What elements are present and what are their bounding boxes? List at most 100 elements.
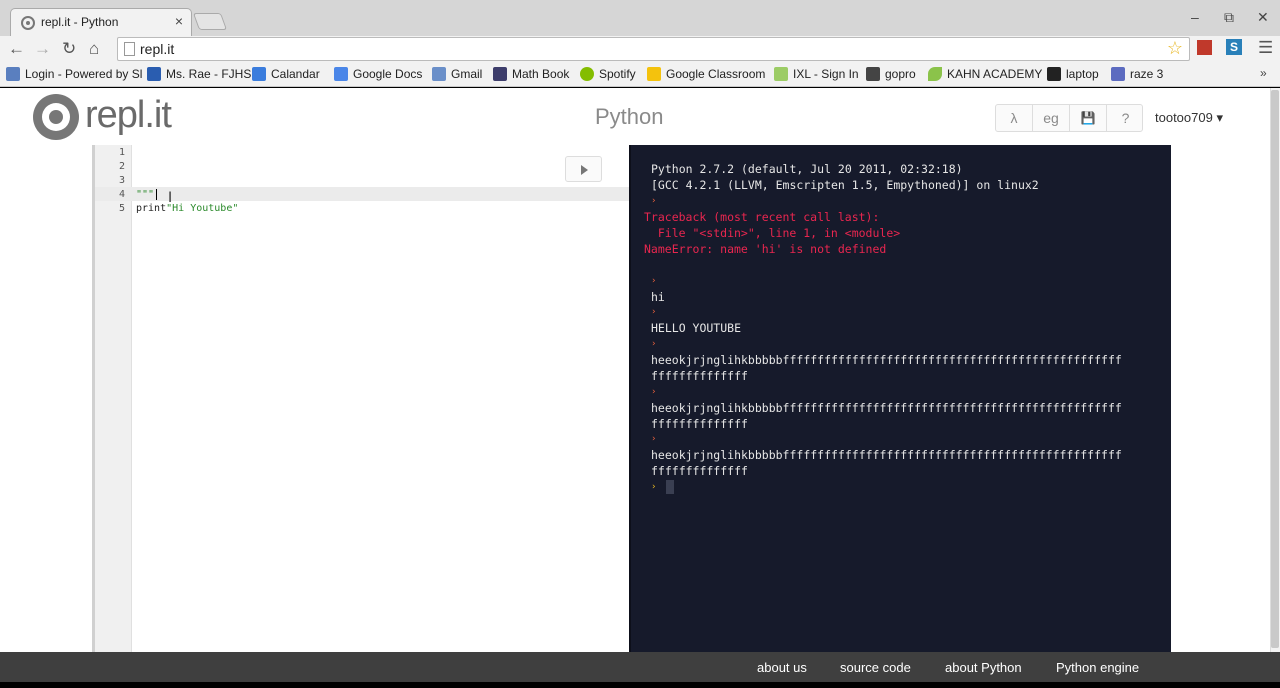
home-icon[interactable]: ⌂ <box>89 39 99 59</box>
prompt-icon: › <box>651 307 657 317</box>
bookmark-label: Login - Powered by Sl <box>25 67 143 81</box>
close-window-icon[interactable]: ✕ <box>1257 9 1269 26</box>
bookmark-item[interactable]: Calandar <box>252 67 320 83</box>
line-number: 3 <box>118 175 125 186</box>
console-output: heeokjrjnglihkbbbbbfffffffffffffffffffff… <box>651 353 1122 367</box>
forward-icon[interactable]: → <box>34 39 51 59</box>
console-output: heeokjrjnglihkbbbbbfffffffffffffffffffff… <box>651 401 1122 415</box>
replit-logo-text[interactable]: repl.it <box>85 94 172 137</box>
extension-book-icon[interactable] <box>1197 40 1212 55</box>
traceback-line-1: Traceback (most recent call last): <box>644 210 880 224</box>
more-bookmarks-icon[interactable]: » <box>1260 66 1267 80</box>
bookmark-label: Calandar <box>271 67 320 81</box>
prompt-icon: › <box>651 339 657 349</box>
run-button[interactable] <box>565 156 602 182</box>
code-line-4[interactable]: """ <box>136 189 154 200</box>
console-header-1: Python 2.7.2 (default, Jul 20 2011, 02:3… <box>651 162 963 176</box>
ibeam-cursor-icon: I <box>168 190 173 206</box>
replit-favicon-icon <box>21 16 35 30</box>
bookmark-item[interactable]: gopro <box>866 67 916 83</box>
close-tab-icon[interactable]: × <box>175 13 183 29</box>
bookmark-item[interactable]: Spotify <box>580 67 636 83</box>
help-button[interactable]: ? <box>1107 105 1144 131</box>
bookmark-label: raze 3 <box>1130 67 1164 81</box>
bookmark-label: Google Docs <box>353 67 423 81</box>
bookmark-item[interactable]: laptop <box>1047 67 1099 83</box>
bookmark-label: gopro <box>885 67 916 81</box>
minimize-icon[interactable]: – <box>1191 9 1199 25</box>
tool-buttons: λ eg 💾 ? <box>995 104 1143 132</box>
bookmark-label: Spotify <box>599 67 636 81</box>
page-scroll-thumb[interactable] <box>1271 90 1279 648</box>
chrome-menu-icon[interactable]: ☰ <box>1258 38 1273 58</box>
bookmark-label: KAHN ACADEMY <box>947 67 1043 81</box>
traceback-line-2: File "<stdin>", line 1, in <module> <box>644 226 901 240</box>
bookmark-item[interactable]: raze 3 <box>1111 67 1163 83</box>
code-line-5[interactable]: print"Hi Youtube" <box>136 203 238 214</box>
browser-titlebar: repl.it - Python × – ⧉ ✕ <box>0 0 1280 36</box>
restore-icon[interactable]: ⧉ <box>1224 9 1234 26</box>
active-prompt-icon: › <box>651 482 657 492</box>
footer-link-about-us[interactable]: about us <box>757 660 807 675</box>
bookmark-l-icon <box>1111 67 1125 81</box>
gopro-icon <box>866 67 880 81</box>
bottom-strip <box>0 682 1280 688</box>
browser-toolbar: ← → ↻ ⌂ repl.it ☆ S ☰ <box>0 36 1280 62</box>
back-icon[interactable]: ← <box>8 39 25 59</box>
console-input-cursor[interactable] <box>666 480 674 494</box>
calendar-icon <box>252 67 266 81</box>
save-icon[interactable]: 💾 <box>1070 105 1107 131</box>
console-output: ffffffffffffff <box>651 464 748 478</box>
ixl-icon <box>774 67 788 81</box>
line-number: 5 <box>118 203 125 214</box>
footer-link-about-python[interactable]: about Python <box>945 660 1022 675</box>
address-bar[interactable]: repl.it ☆ <box>117 37 1190 61</box>
amazon-icon <box>1047 67 1061 81</box>
prompt-icon: › <box>651 434 657 444</box>
book-icon <box>493 67 507 81</box>
new-tab-button[interactable] <box>192 13 228 30</box>
line-number: 1 <box>118 147 125 158</box>
active-line-highlight <box>95 187 630 201</box>
leaf-icon <box>928 67 942 81</box>
bookmark-item[interactable]: Ms. Rae - FJHS <box>147 67 251 83</box>
console-output: HELLO YOUTUBE <box>651 321 742 335</box>
prompt-icon: › <box>651 196 657 206</box>
bookmark-label: IXL - Sign In <box>793 67 859 81</box>
extension-s-icon[interactable]: S <box>1226 39 1242 55</box>
bookmark-icon <box>6 67 20 81</box>
reload-icon[interactable]: ↻ <box>62 39 76 59</box>
console-output: ffffffffffffff <box>651 369 748 383</box>
text-caret <box>156 189 157 200</box>
bookmark-label: laptop <box>1066 67 1099 81</box>
footer-link-python-engine[interactable]: Python engine <box>1056 660 1139 675</box>
footer-link-source-code[interactable]: source code <box>840 660 911 675</box>
bookmark-item[interactable]: KAHN ACADEMY <box>928 67 1042 83</box>
prompt-icon: › <box>651 387 657 397</box>
bookmark-label: Google Classroom <box>666 67 766 81</box>
replit-logo-icon[interactable] <box>33 94 79 140</box>
browser-tab[interactable]: repl.it - Python × <box>10 8 192 36</box>
bookmark-item[interactable]: Gmail <box>432 67 482 83</box>
classroom-icon <box>647 67 661 81</box>
bookmark-icon <box>147 67 161 81</box>
bookmarks-bar: Login - Powered by Sl Ms. Rae - FJHS Cal… <box>0 62 1280 87</box>
editor-gutter <box>95 145 132 652</box>
page-icon <box>124 42 135 56</box>
bookmark-item[interactable]: Google Classroom <box>647 67 765 83</box>
examples-button[interactable]: eg <box>1033 105 1070 131</box>
docs-icon <box>334 67 348 81</box>
bookmark-star-icon[interactable]: ☆ <box>1167 38 1183 59</box>
console-header-2: [GCC 4.2.1 (LLVM, Emscripten 1.5, Empyth… <box>651 178 1039 192</box>
lambda-button[interactable]: λ <box>996 105 1033 131</box>
bookmark-item[interactable]: IXL - Sign In <box>774 67 859 83</box>
bookmark-item[interactable]: Math Book <box>493 67 569 83</box>
line-number: 4 <box>118 189 125 200</box>
bookmark-item[interactable]: Login - Powered by Sl <box>6 67 142 83</box>
user-menu[interactable]: tootoo709 ▾ <box>1155 110 1223 126</box>
prompt-icon: › <box>651 276 657 286</box>
tab-title: repl.it - Python <box>41 15 119 29</box>
url-text: repl.it <box>140 41 175 57</box>
bookmark-item[interactable]: Google Docs <box>334 67 422 83</box>
traceback-line-3: NameError: name 'hi' is not defined <box>644 242 887 256</box>
